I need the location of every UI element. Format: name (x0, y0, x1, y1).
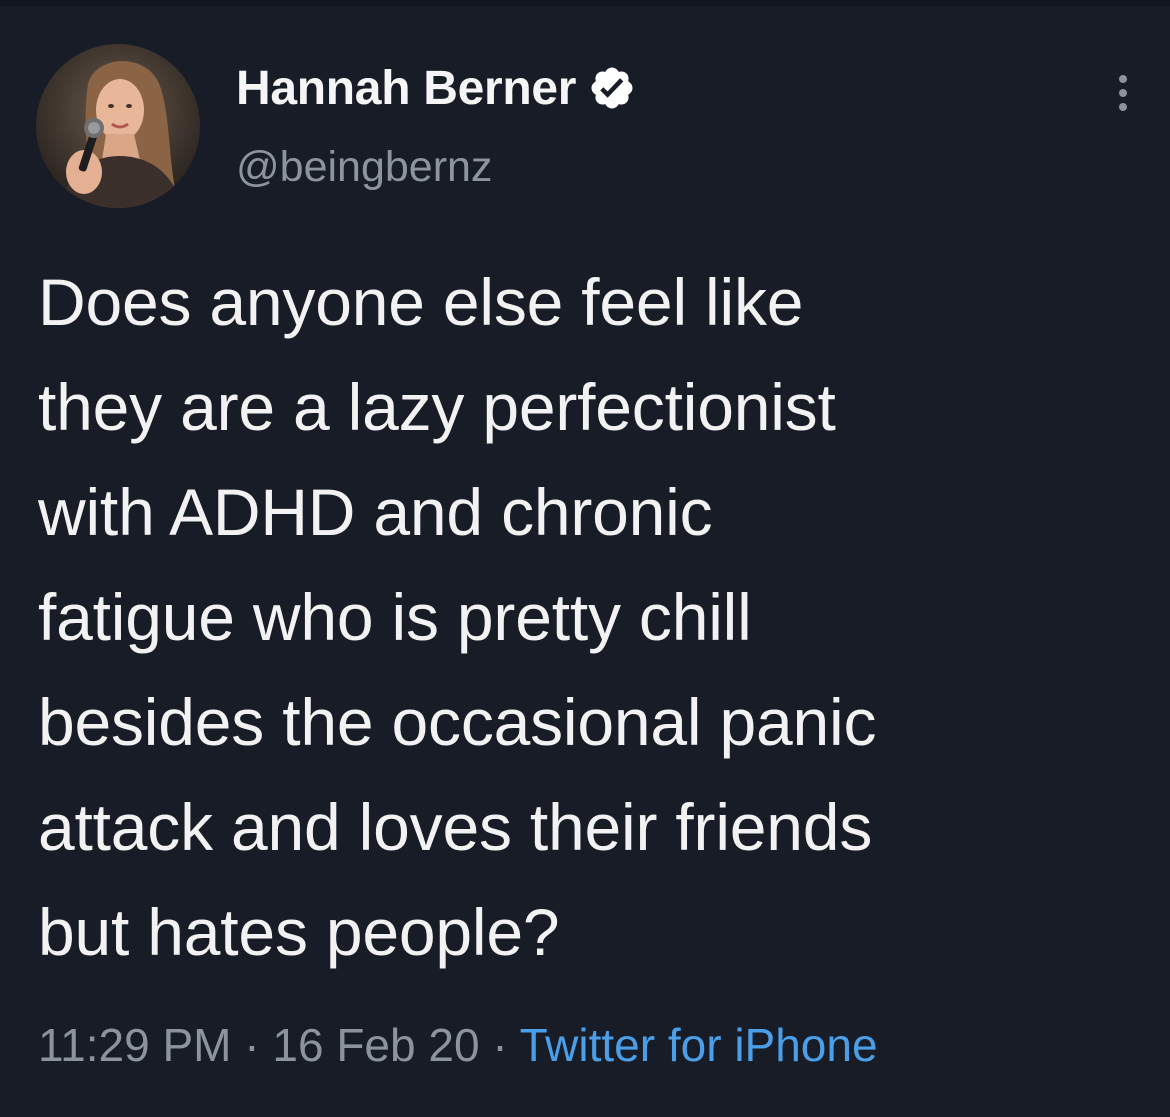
tweet-text-line: Does anyone else feel like (38, 265, 804, 339)
tweet-text-line: they are a lazy perfectionist (38, 370, 836, 444)
author-handle[interactable]: @beingbernz (236, 143, 492, 192)
author-name-row: Hannah Berner (236, 58, 636, 118)
more-options-button[interactable] (1104, 70, 1142, 116)
tweet-text-line: fatigue who is pretty chill (38, 580, 752, 654)
verified-badge-icon (591, 67, 633, 109)
tweet-card: Hannah Berner @beingbernz Does anyone el… (0, 0, 1170, 1117)
tweet-text-line: besides the occasional panic (38, 685, 877, 759)
tweet-text-line: but hates people? (38, 895, 560, 969)
tweet-text: Does anyone else feel like they are a la… (38, 250, 1148, 985)
avatar-photo (36, 44, 200, 208)
author-avatar[interactable] (36, 44, 200, 208)
author-display-name[interactable]: Hannah Berner (236, 61, 576, 116)
meta-separator: · (479, 1019, 520, 1071)
top-divider (0, 0, 1170, 6)
tweet-text-line: attack and loves their friends (38, 790, 873, 864)
meta-separator: · (231, 1019, 273, 1071)
tweet-text-line: with ADHD and chronic (38, 475, 713, 549)
tweet-metadata: 11:29 PM · 16 Feb 20 · Twitter for iPhon… (38, 1018, 878, 1072)
tweet-time[interactable]: 11:29 PM (38, 1019, 231, 1071)
more-options-icon (1119, 75, 1127, 111)
tweet-date[interactable]: 16 Feb 20 (272, 1019, 479, 1071)
tweet-source-link[interactable]: Twitter for iPhone (520, 1019, 878, 1071)
